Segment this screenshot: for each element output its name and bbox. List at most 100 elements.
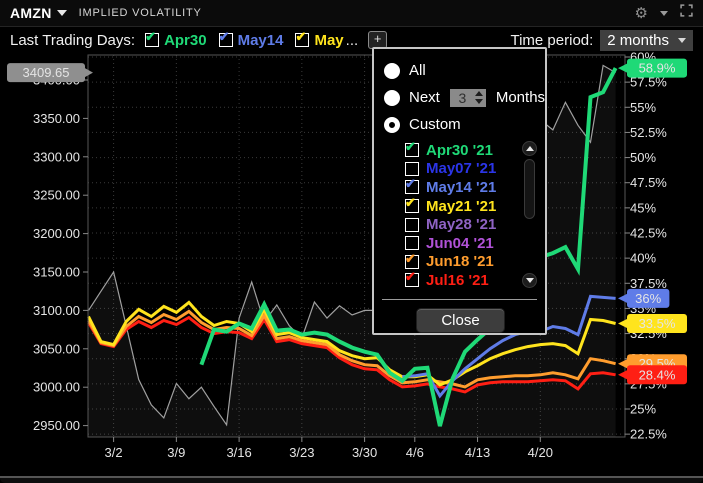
check-icon: ✔ <box>295 29 307 44</box>
gear-icon[interactable]: ⚙ <box>635 6 648 21</box>
check-icon: ✔ <box>218 29 230 44</box>
legend-item-may[interactable]: ✔ May <box>295 29 344 49</box>
expiration-item-jun0421[interactable]: Jun04 '21 <box>405 234 519 253</box>
y-axis-label-left: 3100.00 <box>33 303 80 318</box>
app-window: { "header": {"symbol": "AMZN", "title": … <box>0 0 703 483</box>
expiration-label: May21 '21 <box>426 197 497 215</box>
fullscreen-icon[interactable] <box>680 4 693 22</box>
expiration-label: Apr30 '21 <box>426 141 493 159</box>
months-stepper[interactable]: 3 <box>449 88 486 107</box>
checkbox-checked-icon[interactable]: ✔ <box>405 176 419 195</box>
close-button[interactable]: Close <box>416 308 505 333</box>
checkbox-checked-icon[interactable]: ✔ <box>405 269 419 288</box>
checkbox-checked-icon[interactable]: ✔ <box>145 29 160 47</box>
expiration-item-may2821[interactable]: May28 '21 <box>405 215 519 234</box>
check-icon: ✔ <box>405 250 416 266</box>
time-period-dropdown[interactable]: 2 months <box>600 29 693 51</box>
radio-next-label: Next <box>409 89 440 106</box>
legend-item-apr30[interactable]: ✔ Apr30 <box>145 29 207 49</box>
expiration-item-apr3021[interactable]: ✔ Apr30 '21 <box>405 139 519 160</box>
checkbox-checked-icon[interactable]: ✔ <box>405 195 419 214</box>
expiration-item-jun1821[interactable]: ✔ Jun18 '21 <box>405 251 519 272</box>
checkbox-unchecked-icon[interactable] <box>405 236 419 251</box>
y-axis-label-left: 3000.00 <box>33 380 80 395</box>
legend-label: May <box>314 31 344 49</box>
iv-tag-label: 58.9% <box>639 61 676 76</box>
expiration-item-jul1621[interactable]: ✔ Jul16 '21 <box>405 269 519 290</box>
symbol-selector[interactable]: AMZN <box>10 5 67 21</box>
stepper-down-icon[interactable] <box>474 99 483 104</box>
arrow-down-icon <box>525 278 534 283</box>
expiration-item-may2121[interactable]: ✔ May21 '21 <box>405 195 519 216</box>
expiration-item-may0721[interactable]: May07 '21 <box>405 160 519 179</box>
stepper-up-icon[interactable] <box>474 91 483 96</box>
time-period-value: 2 months <box>607 31 669 49</box>
y-axis-label-left: 3350.00 <box>33 111 80 126</box>
window-frame-bottom <box>0 476 703 483</box>
x-axis-label: 3/30 <box>352 445 377 460</box>
check-icon: ✔ <box>145 29 156 44</box>
radio-custom-label: Custom <box>409 116 461 133</box>
legend-overflow: ... <box>345 31 359 49</box>
trading-days-dialog: All Next 3 Months Custom ✔ Apr30 '21 May07… <box>372 47 547 335</box>
scrollbar[interactable] <box>522 141 537 288</box>
checkbox-checked-icon[interactable]: ✔ <box>405 139 419 158</box>
y-axis-label-right: 22.5% <box>630 427 667 442</box>
legend-item-may14[interactable]: ✔ May14 <box>218 29 284 49</box>
expiration-label: May07 '21 <box>426 160 497 178</box>
last-trading-days-label: Last Trading Days: <box>10 31 136 49</box>
expiration-label: Jun04 '21 <box>426 234 494 252</box>
chevron-down-icon <box>678 37 686 43</box>
scroll-up-button[interactable] <box>522 141 537 156</box>
radio-option-all[interactable]: All <box>384 57 537 84</box>
series-legend: ✔ Apr30 ✔ May14 ✔ May <box>145 29 344 49</box>
x-axis-label: 3/9 <box>167 445 185 460</box>
titlebar-icons: ⚙ <box>635 4 693 22</box>
x-axis-label: 4/6 <box>406 445 424 460</box>
chevron-down-icon <box>56 10 67 16</box>
radio-selected-icon[interactable] <box>384 116 400 133</box>
radio-option-next-months[interactable]: Next 3 Months <box>384 84 545 111</box>
x-axis-label: 4/20 <box>528 445 553 460</box>
dialog-footer: Close <box>384 308 537 333</box>
checkbox-checked-icon[interactable]: ✔ <box>405 251 419 269</box>
chevron-down-icon[interactable] <box>660 10 668 16</box>
expiration-label: Jun18 '21 <box>426 253 494 271</box>
checkbox-checked-icon[interactable]: ✔ <box>295 29 310 47</box>
y-axis-label-left: 3300.00 <box>33 149 80 164</box>
x-axis-label: 3/2 <box>105 445 123 460</box>
check-icon: ✔ <box>405 176 416 192</box>
title-bar: AMZN IMPLIED VOLATILITY ⚙ <box>0 0 703 27</box>
months-value: 3 <box>458 89 467 106</box>
expiration-item-may1421[interactable]: ✔ May14 '21 <box>405 176 519 197</box>
price-tag-label: 3409.65 <box>23 65 70 80</box>
y-axis-label-left: 3150.00 <box>33 265 80 280</box>
scroll-down-button[interactable] <box>522 273 537 288</box>
y-axis-label-right: 40% <box>630 251 656 266</box>
check-icon: ✔ <box>405 139 416 155</box>
y-axis-label-left: 2950.00 <box>33 418 80 433</box>
symbol-label: AMZN <box>10 5 52 21</box>
y-axis-label-right: 37.5% <box>630 276 667 291</box>
expiration-list: ✔ Apr30 '21 May07 '21 ✔ May14 '21 ✔ May21 '21 M… <box>405 139 537 290</box>
iv-tag-label: 28.4% <box>639 367 676 382</box>
x-axis-label: 3/16 <box>226 445 251 460</box>
scrollbar-thumb[interactable] <box>524 159 535 219</box>
page-title: IMPLIED VOLATILITY <box>78 7 202 19</box>
y-axis-label-right: 25% <box>630 401 656 416</box>
checkbox-checked-icon[interactable]: ✔ <box>218 29 233 47</box>
dialog-separator <box>382 299 537 300</box>
checkbox-unchecked-icon[interactable] <box>405 161 419 176</box>
radio-option-custom[interactable]: Custom <box>384 111 537 138</box>
radio-icon[interactable] <box>384 89 400 106</box>
checkbox-unchecked-icon[interactable] <box>405 217 419 232</box>
legend-label: May14 <box>237 31 284 49</box>
radio-months-label: Months <box>495 89 546 106</box>
expiration-label: May28 '21 <box>426 216 497 234</box>
y-axis-label-left: 3050.00 <box>33 341 80 356</box>
iv-tag-label: 33.5% <box>639 316 676 331</box>
stepper-arrows <box>474 91 486 104</box>
radio-icon[interactable] <box>384 62 400 79</box>
y-axis-label-right: 42.5% <box>630 225 667 240</box>
x-axis-label: 3/23 <box>289 445 314 460</box>
